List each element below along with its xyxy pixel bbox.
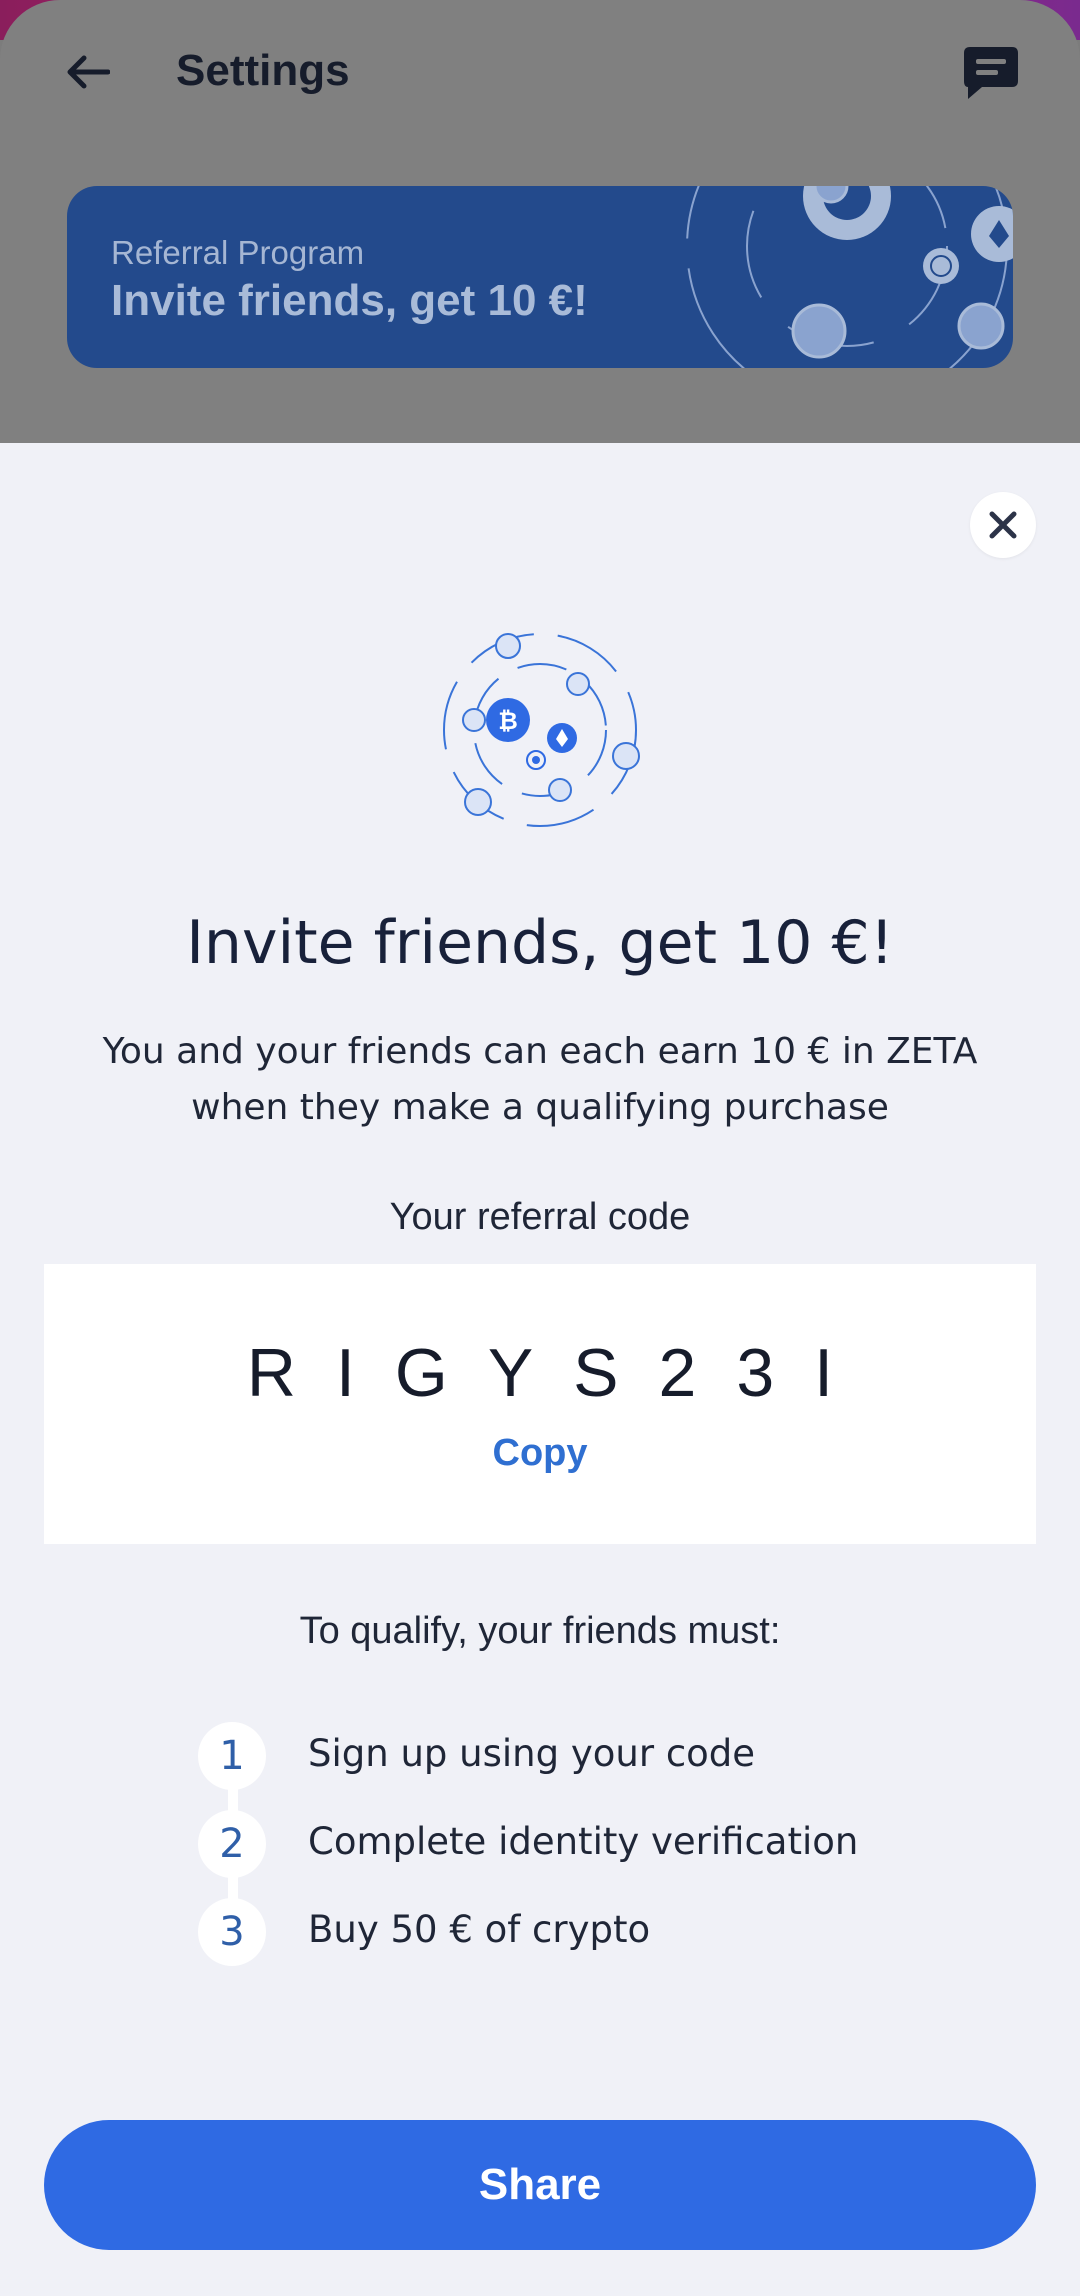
close-icon: [989, 511, 1017, 539]
svg-text:₿: ₿: [498, 707, 518, 735]
sheet-description: You and your friends can each earn 10 € …: [102, 1031, 978, 1128]
step-text: Complete identity verification: [308, 1820, 859, 1863]
step-text: Buy 50 € of crypto: [308, 1908, 651, 1951]
referral-code-card: RIGYS23I Copy: [44, 1264, 1036, 1544]
support-chat-button[interactable]: [960, 42, 1022, 104]
sheet-headline: Invite friends, get 10 €!: [186, 908, 894, 978]
close-button[interactable]: [970, 492, 1036, 558]
referral-code-value: RIGYS23I: [246, 1335, 874, 1411]
banner-title: Invite friends, get 10 €!: [111, 276, 588, 325]
copy-code-button[interactable]: Copy: [44, 1432, 1036, 1475]
qualify-heading: To qualify, your friends must:: [299, 1610, 781, 1652]
step-number: 1: [198, 1722, 266, 1790]
arrow-left-icon: [67, 55, 110, 89]
app-header: Settings: [0, 0, 1080, 145]
settings-screen: Settings Referral Program Invite friends…: [0, 0, 1080, 460]
step-number: 3: [198, 1898, 266, 1966]
step-item: 3 Buy 50 € of crypto: [196, 1898, 996, 1968]
page-title: Settings: [176, 46, 350, 95]
referral-code-label: Your referral code: [389, 1196, 691, 1238]
step-item: 2 Complete identity verification: [196, 1810, 996, 1880]
crypto-orbit-hero-icon: ₿: [443, 633, 640, 827]
step-number: 2: [198, 1810, 266, 1878]
share-button[interactable]: Share: [44, 2120, 1036, 2250]
chat-icon: [964, 47, 1018, 99]
step-text: Sign up using your code: [308, 1732, 756, 1775]
referral-banner[interactable]: Referral Program Invite friends, get 10 …: [67, 186, 1013, 368]
step-item: 1 Sign up using your code: [196, 1722, 996, 1792]
back-button[interactable]: [58, 44, 118, 100]
qualification-steps: 1 Sign up using your code 2 Complete ide…: [196, 1722, 996, 1966]
crypto-orbit-illustration: [686, 186, 1013, 368]
banner-subtitle: Referral Program: [111, 234, 365, 271]
